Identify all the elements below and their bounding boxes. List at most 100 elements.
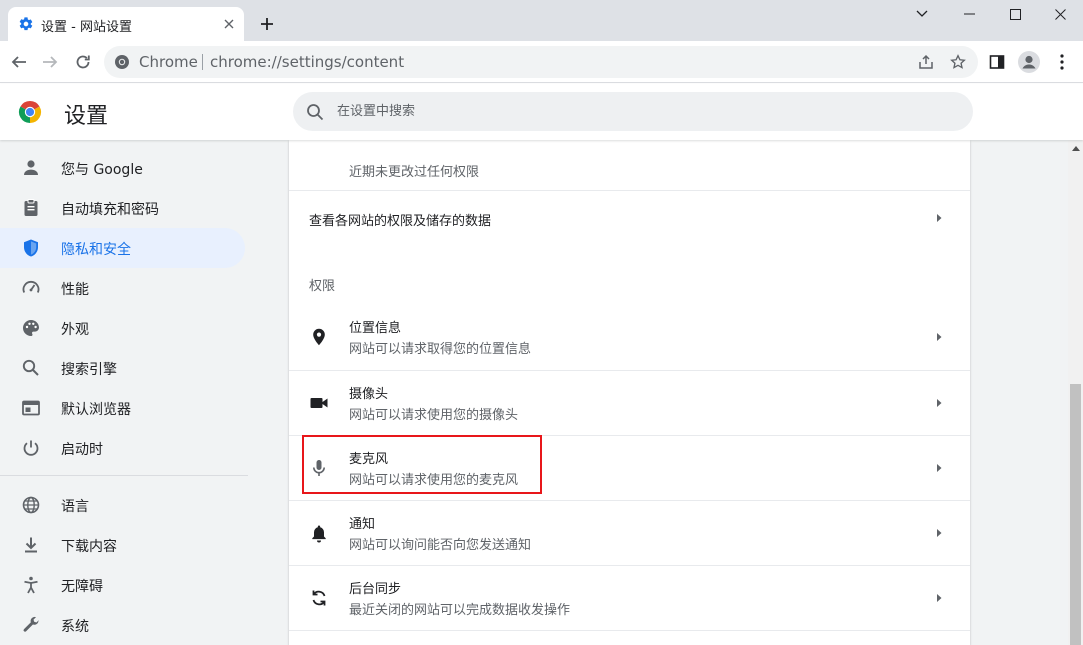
sidebar-item-accessibility[interactable]: 无障碍 bbox=[0, 565, 245, 605]
site-settings-card: 近期未更改过任何权限 查看各网站的权限及储存的数据 权限 位置信息 网站可以请求… bbox=[289, 140, 970, 645]
new-tab-button[interactable] bbox=[254, 11, 280, 37]
share-icon bbox=[919, 54, 933, 69]
forward-arrow-icon bbox=[43, 56, 58, 68]
sidebar-item-autofill[interactable]: 自动填充和密码 bbox=[0, 188, 245, 228]
browser-toolbar: Chrome chrome://settings/content bbox=[0, 41, 1083, 83]
omnibox-chip: Chrome bbox=[139, 53, 198, 71]
palette-icon bbox=[23, 320, 39, 336]
minimize-icon bbox=[963, 13, 975, 15]
sidebar-item-downloads[interactable]: 下载内容 bbox=[0, 525, 245, 565]
browser-icon bbox=[22, 400, 40, 416]
sidebar: 您与 Google 自动填充和密码 隐私和安全 性能 外观 搜索引擎 默认浏览器… bbox=[0, 140, 248, 645]
recent-permissions-note: 近期未更改过任何权限 bbox=[349, 165, 480, 180]
search-input[interactable] bbox=[337, 92, 937, 131]
sidebar-item-on-startup[interactable]: 启动时 bbox=[0, 428, 245, 468]
download-icon bbox=[25, 537, 37, 553]
side-panel-button[interactable] bbox=[984, 49, 1010, 75]
sidebar-item-system[interactable]: 系统 bbox=[0, 605, 245, 645]
settings-header: 设置 bbox=[0, 84, 1083, 140]
chevron-right-icon bbox=[937, 214, 942, 222]
tab-settings[interactable]: 设置 - 网站设置 bbox=[8, 7, 244, 41]
sidebar-item-label: 自动填充和密码 bbox=[61, 202, 159, 218]
sidebar-item-default-browser[interactable]: 默认浏览器 bbox=[0, 388, 245, 428]
permission-description: 网站可以请求使用您的麦克风 bbox=[349, 473, 519, 488]
permission-row-notifications[interactable]: 通知 网站可以询问能否向您发送通知 bbox=[289, 500, 970, 565]
sidebar-item-performance[interactable]: 性能 bbox=[0, 268, 245, 308]
permission-title: 位置信息 bbox=[349, 321, 402, 336]
sidebar-item-label: 无障碍 bbox=[61, 579, 103, 595]
sidebar-item-label: 隐私和安全 bbox=[61, 242, 131, 258]
sidebar-item-privacy[interactable]: 隐私和安全 bbox=[0, 228, 245, 268]
maximize-button[interactable] bbox=[992, 0, 1038, 28]
sidebar-item-languages[interactable]: 语言 bbox=[0, 485, 245, 525]
camera-icon bbox=[310, 398, 328, 408]
sidebar-divider bbox=[0, 475, 248, 476]
menu-button[interactable] bbox=[1049, 49, 1075, 75]
permission-title: 摄像头 bbox=[349, 387, 389, 402]
permission-row-camera[interactable]: 摄像头 网站可以请求使用您的摄像头 bbox=[289, 370, 970, 435]
tab-close-button[interactable] bbox=[219, 14, 239, 34]
address-bar[interactable]: Chrome chrome://settings/content bbox=[104, 46, 978, 78]
settings-search[interactable] bbox=[293, 92, 973, 131]
sidebar-item-label: 您与 Google bbox=[61, 162, 143, 178]
back-button[interactable] bbox=[6, 49, 32, 75]
sidebar-item-label: 语言 bbox=[61, 499, 89, 515]
permission-title: 通知 bbox=[349, 517, 376, 532]
gear-icon bbox=[19, 17, 33, 31]
view-all-sites-row[interactable]: 查看各网站的权限及储存的数据 bbox=[289, 190, 970, 243]
power-icon bbox=[23, 440, 39, 456]
globe-icon bbox=[22, 496, 40, 514]
window-close-button[interactable] bbox=[1037, 0, 1083, 28]
speedometer-icon bbox=[22, 280, 40, 293]
permission-title: 后台同步 bbox=[349, 582, 402, 597]
sidebar-item-search-engine[interactable]: 搜索引擎 bbox=[0, 348, 245, 388]
location-pin-icon bbox=[313, 328, 325, 346]
scrollbar[interactable] bbox=[1068, 140, 1083, 645]
sidebar-item-label: 搜索引擎 bbox=[61, 362, 117, 378]
section-title: 权限 bbox=[309, 279, 336, 294]
permission-description: 网站可以请求取得您的位置信息 bbox=[349, 342, 532, 357]
permission-row-microphone[interactable]: 麦克风 网站可以请求使用您的麦克风 bbox=[289, 435, 970, 500]
bookmark-button[interactable] bbox=[947, 51, 969, 73]
avatar-icon bbox=[1018, 51, 1040, 73]
tab-title: 设置 - 网站设置 bbox=[41, 20, 132, 35]
sidebar-item-label: 外观 bbox=[61, 322, 89, 338]
permission-description: 最近关闭的网站可以完成数据收发操作 bbox=[349, 603, 571, 618]
permission-row-background-sync[interactable]: 后台同步 最近关闭的网站可以完成数据收发操作 bbox=[289, 565, 970, 630]
scroll-up-arrow-icon[interactable] bbox=[1072, 146, 1080, 151]
minimize-button[interactable] bbox=[946, 0, 992, 28]
profile-button[interactable] bbox=[1016, 49, 1042, 75]
sidebar-item-label: 系统 bbox=[61, 619, 89, 635]
side-panel-icon bbox=[989, 55, 1005, 69]
sidebar-item-appearance[interactable]: 外观 bbox=[0, 308, 245, 348]
permission-row-partial bbox=[289, 630, 970, 645]
sidebar-item-label: 性能 bbox=[61, 282, 89, 298]
person-icon bbox=[24, 160, 38, 175]
chrome-icon bbox=[115, 55, 129, 69]
chevron-right-icon bbox=[937, 464, 942, 472]
wrench-icon bbox=[23, 616, 39, 632]
permission-description: 网站可以询问能否向您发送通知 bbox=[349, 538, 532, 553]
sync-icon bbox=[312, 590, 326, 606]
accessibility-icon bbox=[24, 576, 38, 594]
permission-title: 麦克风 bbox=[349, 452, 389, 467]
permission-row-location[interactable]: 位置信息 网站可以请求取得您的位置信息 bbox=[289, 305, 970, 370]
bell-icon bbox=[312, 525, 326, 543]
sidebar-item-you-and-google[interactable]: 您与 Google bbox=[0, 148, 245, 188]
scrollbar-thumb[interactable] bbox=[1070, 384, 1081, 645]
view-all-sites-label: 查看各网站的权限及储存的数据 bbox=[309, 214, 492, 229]
reload-button[interactable] bbox=[70, 49, 96, 75]
omnibox-separator bbox=[202, 54, 203, 70]
tab-search-button[interactable] bbox=[899, 0, 945, 28]
omnibox-url[interactable]: chrome://settings/content bbox=[210, 53, 404, 71]
search-icon bbox=[22, 359, 39, 376]
forward-button[interactable] bbox=[37, 49, 63, 75]
tab-strip: 设置 - 网站设置 bbox=[0, 0, 1083, 41]
sidebar-item-label: 启动时 bbox=[61, 442, 103, 458]
star-icon bbox=[950, 54, 966, 69]
sidebar-item-label: 下载内容 bbox=[61, 539, 117, 555]
search-icon bbox=[307, 104, 324, 121]
close-icon bbox=[1054, 8, 1066, 20]
permission-description: 网站可以请求使用您的摄像头 bbox=[349, 408, 519, 423]
share-button[interactable] bbox=[915, 51, 937, 73]
